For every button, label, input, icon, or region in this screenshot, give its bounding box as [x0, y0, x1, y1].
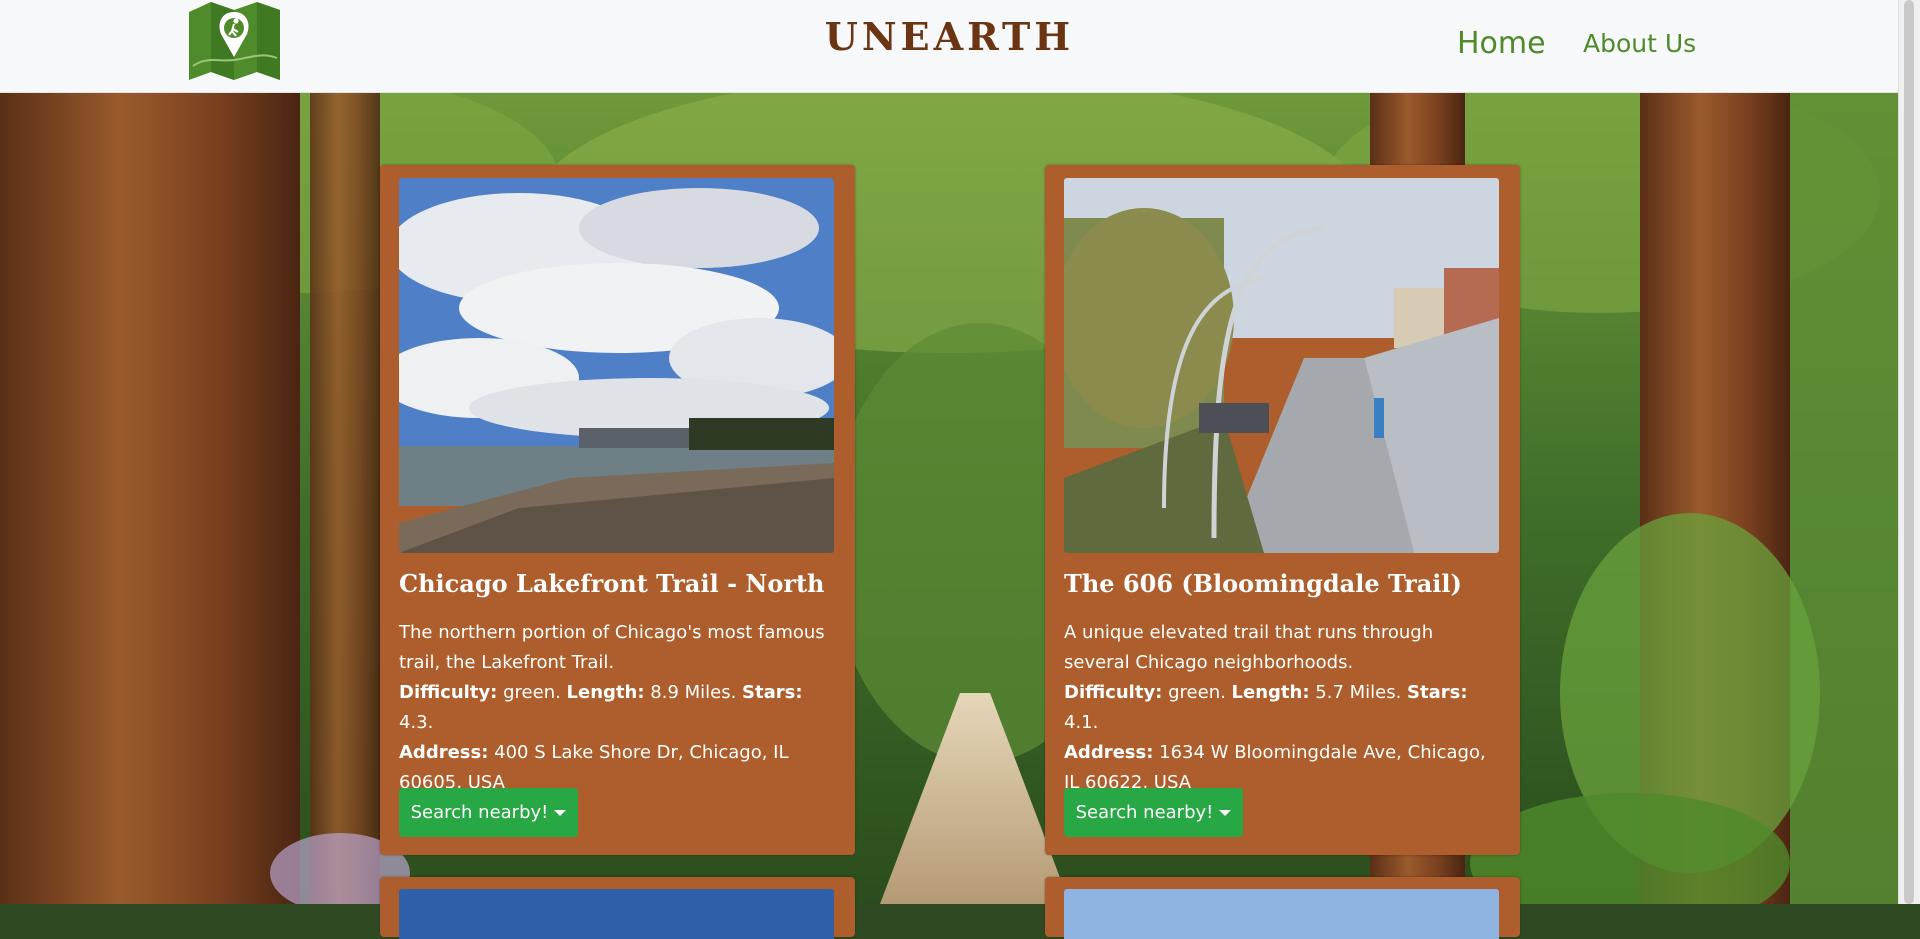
- search-nearby-button[interactable]: Search nearby!: [1064, 788, 1243, 837]
- nav-home-link[interactable]: Home: [1457, 26, 1546, 61]
- caret-down-icon: [1219, 810, 1232, 816]
- address-label: Address:: [1064, 742, 1154, 763]
- forest-background: [0, 93, 1899, 904]
- length-value: 5.7 Miles.: [1309, 682, 1408, 703]
- trail-card-partial: [1045, 877, 1520, 939]
- trail-photo-partial: [1064, 889, 1499, 939]
- 606-trail-photo-image: [1064, 178, 1499, 553]
- lakefront-photo-image: [399, 178, 834, 553]
- stars-label: Stars:: [1407, 682, 1468, 703]
- stars-value: 4.1.: [1064, 712, 1099, 733]
- trail-description: A unique elevated trail that runs throug…: [1064, 622, 1434, 673]
- scrollbar-thumb[interactable]: [1904, 0, 1914, 904]
- trail-photo-lakefront: [399, 178, 834, 553]
- forest-background-image: [0, 93, 1899, 904]
- length-value: 8.9 Miles.: [644, 682, 743, 703]
- address-label: Address:: [399, 742, 489, 763]
- trail-title: Chicago Lakefront Trail - North: [399, 569, 825, 598]
- difficulty-value: green.: [1162, 682, 1232, 703]
- nav-about-link[interactable]: About Us: [1583, 29, 1696, 58]
- length-label: Length:: [1231, 682, 1310, 703]
- trail-card: The 606 (Bloomingdale Trail) A unique el…: [1045, 165, 1520, 855]
- trail-details: A unique elevated trail that runs throug…: [1064, 618, 1504, 798]
- search-nearby-button[interactable]: Search nearby!: [399, 788, 578, 837]
- difficulty-label: Difficulty:: [399, 682, 498, 703]
- difficulty-label: Difficulty:: [1064, 682, 1163, 703]
- trail-title: The 606 (Bloomingdale Trail): [1064, 569, 1462, 598]
- trail-description: The northern portion of Chicago's most f…: [399, 622, 825, 673]
- caret-down-icon: [554, 810, 567, 816]
- length-label: Length:: [566, 682, 645, 703]
- stars-value: 4.3.: [399, 712, 434, 733]
- search-nearby-label: Search nearby!: [410, 802, 549, 823]
- search-nearby-label: Search nearby!: [1075, 802, 1214, 823]
- trail-details: The northern portion of Chicago's most f…: [399, 618, 839, 798]
- page-scrollbar[interactable]: [1898, 0, 1920, 904]
- trail-photo-606: [1064, 178, 1499, 553]
- difficulty-value: green.: [497, 682, 567, 703]
- trail-card: Chicago Lakefront Trail - North The nort…: [380, 165, 855, 855]
- trail-photo-partial: [399, 889, 834, 939]
- navbar: UNEARTH Home About Us: [0, 0, 1899, 93]
- trail-card-partial: [380, 877, 855, 939]
- stars-label: Stars:: [742, 682, 803, 703]
